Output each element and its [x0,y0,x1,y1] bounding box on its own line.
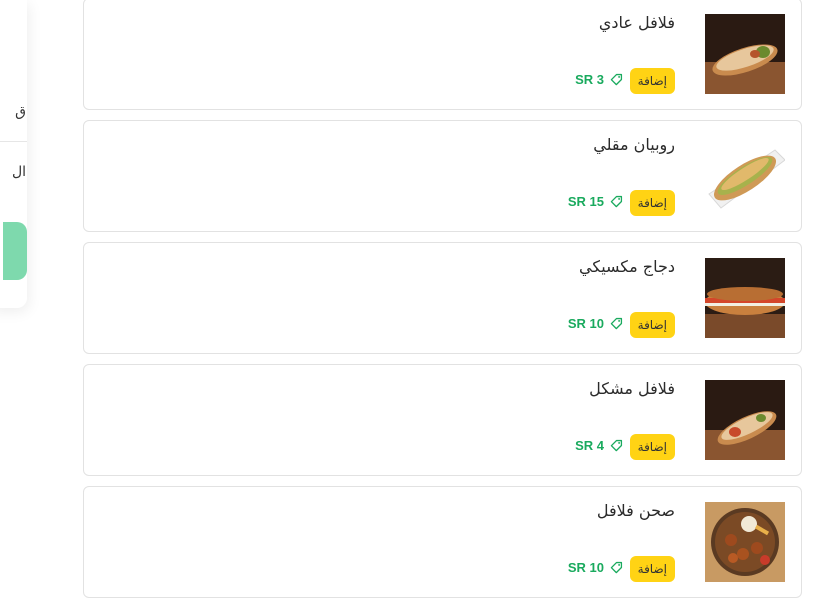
sidebar-action-button[interactable] [3,222,27,280]
menu-item-card[interactable]: روبيان مقلي إضافة SR 15 [83,120,802,232]
menu-item-card[interactable]: فلافل عادي إضافة SR 3 [83,0,802,110]
add-button[interactable]: إضافة [629,312,675,338]
price-tag-icon [610,561,623,574]
item-price: SR 4 [575,438,623,453]
shrimp-sandwich-image [705,136,785,216]
side-panel: ق ال [0,0,27,308]
price-value: SR 3 [575,72,604,87]
price-value: SR 15 [567,194,604,209]
sidebar-divider [0,141,27,142]
item-price: SR 10 [568,316,623,331]
price-value: SR 4 [575,438,604,453]
price-value: SR 10 [567,316,604,331]
menu-item-card[interactable]: فلافل مشكل إضافة SR 4 [83,364,802,476]
add-button[interactable]: إضافة [629,68,675,94]
price-value: SR 10 [567,560,604,575]
item-price: SR 15 [568,194,623,209]
item-name: روبيان مقلي [593,135,675,154]
add-button[interactable]: إضافة [629,190,675,216]
menu-item-card[interactable]: صحن فلافل إضافة SR 10 [83,486,802,598]
price-tag-icon [610,439,623,452]
mixed-falafel-wrap-image [705,380,785,460]
add-button[interactable]: إضافة [629,434,675,460]
menu-item-card[interactable]: دجاج مكسيكي إضافة SR 10 [83,242,802,354]
mexican-chicken-sandwich-image [705,258,785,338]
item-name: فلافل عادي [598,13,675,32]
sidebar-item-1[interactable]: ق [15,104,26,120]
price-tag-icon [610,317,623,330]
sidebar-item-2[interactable]: ال [12,164,26,180]
falafel-wrap-image [705,14,785,94]
menu-item-list: فلافل عادي إضافة SR 3 روبيان مقلي إضافة … [83,0,802,604]
falafel-plate-image [705,502,785,582]
add-button[interactable]: إضافة [629,556,675,582]
item-price: SR 3 [575,72,623,87]
item-price: SR 10 [568,560,623,575]
item-name: فلافل مشكل [589,379,675,398]
item-name: صحن فلافل [596,501,675,520]
item-name: دجاج مكسيكي [579,257,675,276]
price-tag-icon [610,73,623,86]
price-tag-icon [610,195,623,208]
